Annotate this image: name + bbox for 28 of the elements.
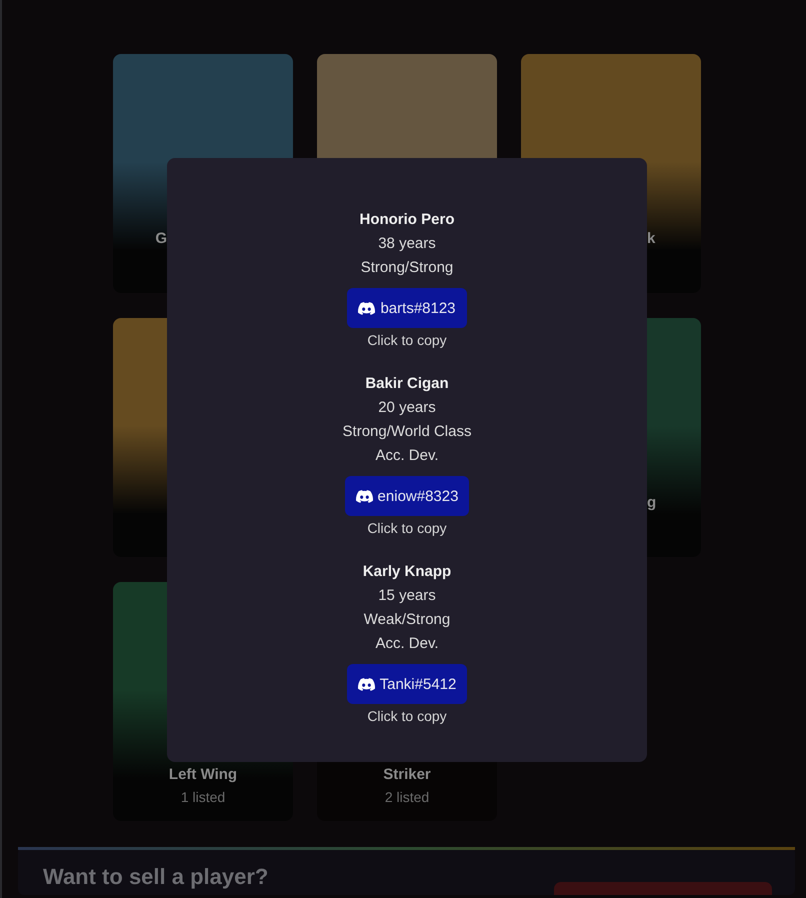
player-detail: Strong/Strong bbox=[360, 258, 454, 278]
copy-hint: Click to copy bbox=[367, 707, 447, 726]
banner-title: Want to sell a player? bbox=[43, 864, 268, 891]
position-name: k bbox=[646, 229, 656, 249]
copy-hint: Click to copy bbox=[367, 331, 447, 350]
listed-count: 2 listed bbox=[384, 788, 430, 807]
listed-count: 1 listed bbox=[180, 788, 226, 807]
discord-copy-button[interactable]: barts#8123 bbox=[347, 288, 467, 328]
player-name: Honorio Pero bbox=[359, 210, 454, 230]
discord-icon bbox=[358, 678, 375, 690]
discord-icon bbox=[356, 490, 373, 502]
player-detail: Weak/Strong bbox=[364, 610, 450, 630]
position-name: G bbox=[154, 229, 168, 249]
position-name: g bbox=[646, 493, 658, 513]
player-name: Bakir Cigan bbox=[365, 374, 449, 394]
position-name: Left Wing bbox=[168, 765, 238, 785]
discord-icon bbox=[358, 302, 376, 314]
player-detail: Acc. Dev. bbox=[375, 634, 439, 654]
player-detail: 38 years bbox=[378, 234, 436, 254]
player-detail: Acc. Dev. bbox=[375, 446, 439, 466]
player-detail: Strong/World Class bbox=[342, 422, 472, 442]
player-detail: 20 years bbox=[378, 398, 436, 418]
player-detail: 15 years bbox=[378, 586, 436, 606]
discord-copy-button[interactable]: eniow#8323 bbox=[344, 476, 470, 516]
player-name: Karly Knapp bbox=[362, 562, 452, 582]
copy-hint: Click to copy bbox=[367, 519, 447, 538]
discord-copy-button[interactable]: Tanki#5412 bbox=[346, 664, 468, 704]
position-name: Striker bbox=[382, 765, 432, 785]
